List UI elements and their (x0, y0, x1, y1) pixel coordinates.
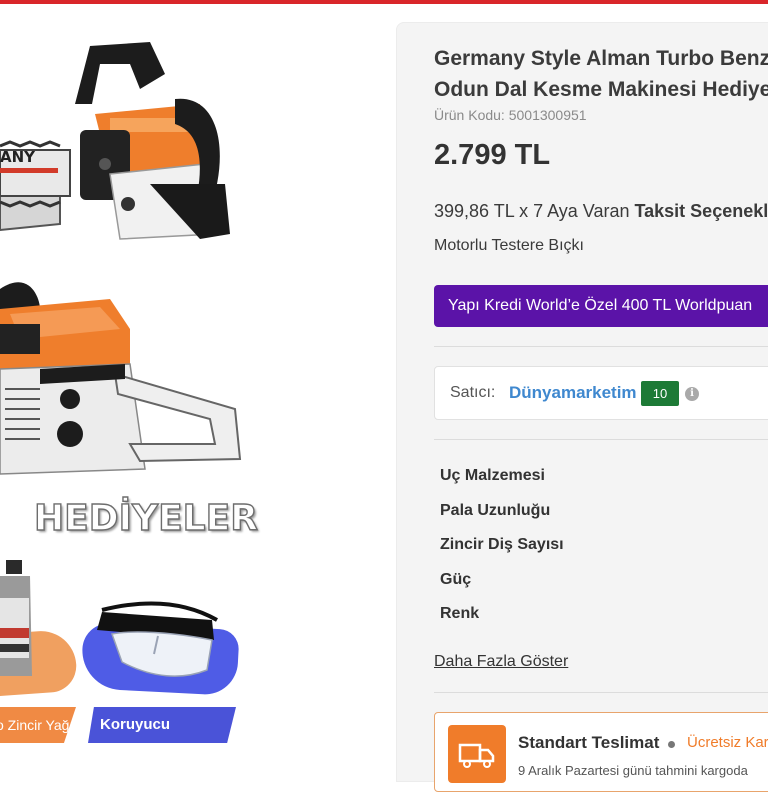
seller-box: Satıcı: Dünyamarketim 10 i (434, 366, 768, 420)
gifts-heading: HEDİYELER (33, 497, 258, 539)
spec-label-bar-length: Pala Uzunluğu (440, 502, 551, 519)
product-image-gallery[interactable]: ANY HEDİYELER o Zincir Yağı Koruyucu Göz… (0, 4, 396, 768)
divider (434, 439, 768, 440)
seller-label: Satıcı: (450, 384, 496, 401)
spec-label-chain-teeth: Zincir Diş Sayısı (440, 536, 564, 553)
delivery-date: 9 Aralık Pazartesi günü tahmini kargoda (518, 763, 748, 778)
chain-oil-bottle-image (0, 560, 32, 676)
product-category[interactable]: Motorlu Testere Bıçkı (434, 237, 584, 255)
installment-options-link[interactable]: Taksit Seçenekleri (634, 201, 768, 221)
separator-dot (668, 741, 675, 748)
chain-oil-tag: o Zincir Yağı (0, 707, 76, 743)
divider (434, 346, 768, 347)
spec-label-tip-material: Uç Malzemesi (440, 467, 545, 484)
installment-amount: 399,86 TL x 7 Aya Varan (434, 201, 635, 221)
promo-banner[interactable]: Yapı Kredi World’e Özel 400 TL Worldpuan (434, 285, 768, 327)
chainsaw-image-top: ANY (0, 42, 230, 240)
safety-glasses-tag: Koruyucu Gözlük (88, 707, 236, 743)
product-info-panel: Germany Style Alman Turbo Benzinli Odun … (396, 22, 768, 792)
chainsaw-image-bottom (0, 282, 242, 475)
product-price: 2.799 TL (434, 139, 551, 171)
saw-brand-text: ANY (0, 148, 36, 166)
show-more-link[interactable]: Daha Fazla Göster (434, 653, 568, 671)
truck-icon (458, 743, 495, 768)
seller-score-badge: 10 (641, 381, 679, 406)
seller-name-link[interactable]: Dünyamarketim (509, 383, 637, 403)
installment-info[interactable]: 399,86 TL x 7 Aya Varan Taksit Seçenekle… (434, 201, 768, 222)
info-icon[interactable]: i (685, 387, 699, 401)
product-title: Germany Style Alman Turbo Benzinli Odun … (434, 43, 768, 105)
divider (434, 692, 768, 693)
safety-glasses-image (97, 601, 218, 677)
spec-label-power: Güç (440, 571, 472, 588)
delivery-option[interactable]: Standart Teslimat Ücretsiz Kargo 9 Aralı… (434, 712, 768, 792)
product-title-line1: Germany Style Alman Turbo Benzinli (434, 47, 768, 70)
delivery-truck-icon-box (448, 725, 506, 783)
spec-label-color: Renk (440, 605, 480, 622)
product-title-line2: Odun Dal Kesme Makinesi Hediyeli (434, 78, 768, 101)
free-shipping-label: Ücretsiz Kargo (687, 734, 768, 751)
delivery-title: Standart Teslimat (518, 733, 660, 752)
product-code: Ürün Kodu: 5001300951 (434, 107, 587, 123)
